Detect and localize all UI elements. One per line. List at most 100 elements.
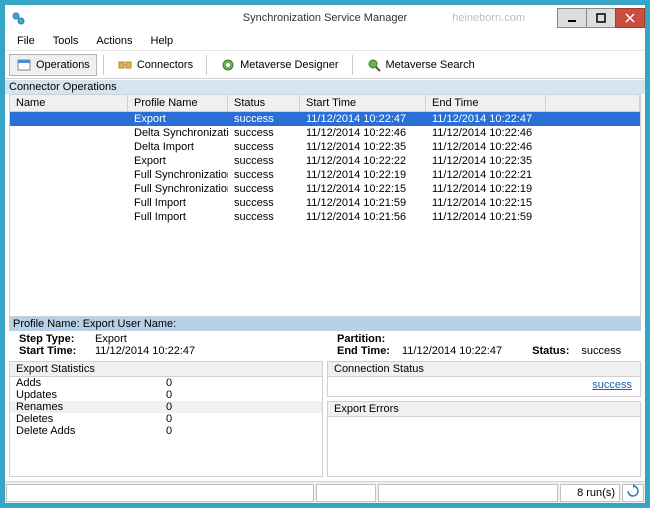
cell-start: 11/12/2014 10:22:19: [300, 169, 426, 181]
cell-profile: Delta Import: [128, 141, 228, 153]
minimize-button[interactable]: [557, 8, 587, 28]
operations-button[interactable]: Operations: [9, 54, 97, 76]
stat-value: 0: [160, 377, 200, 389]
connection-status-title: Connection Status: [327, 361, 641, 377]
window-title: Synchronization Service Manager: [5, 12, 645, 24]
table-row[interactable]: Full Synchronizationsuccess11/12/2014 10…: [10, 182, 640, 196]
stat-value: 0: [160, 401, 200, 413]
cell-end: 11/12/2014 10:22:15: [426, 197, 546, 209]
table-row[interactable]: Full Importsuccess11/12/2014 10:21:5611/…: [10, 210, 640, 224]
header-start[interactable]: Start Time: [300, 95, 426, 111]
menu-actions[interactable]: Actions: [88, 33, 140, 49]
refresh-button[interactable]: [622, 484, 644, 502]
connection-status-link[interactable]: success: [328, 377, 640, 393]
metaverse-designer-button[interactable]: Metaverse Designer: [213, 54, 345, 76]
cell-status: success: [228, 211, 300, 223]
stat-value: 0: [160, 389, 200, 401]
details-header: Profile Name: Export User Name:: [9, 317, 641, 331]
connectors-label: Connectors: [137, 59, 193, 71]
header-profile[interactable]: Profile Name: [128, 95, 228, 111]
refresh-icon: [626, 484, 640, 501]
table-row[interactable]: Full Synchronizationsuccess11/12/2014 10…: [10, 168, 640, 182]
stat-row: Delete Adds0: [10, 425, 322, 437]
end-time-value: 11/12/2014 10:22:47: [402, 345, 502, 357]
cell-start: 11/12/2014 10:22:46: [300, 127, 426, 139]
details-right: Partition: End Time: 11/12/2014 10:22:47…: [327, 333, 641, 477]
operations-grid: Name Profile Name Status Start Time End …: [9, 94, 641, 317]
cell-end: 11/12/2014 10:22:47: [426, 113, 546, 125]
cell-start: 11/12/2014 10:21:59: [300, 197, 426, 209]
connectors-icon: [117, 57, 133, 73]
connection-status-body: success: [327, 377, 641, 397]
end-time-label: End Time:: [337, 345, 390, 357]
metaverse-search-label: Metaverse Search: [386, 59, 475, 71]
stat-row: Adds0: [10, 377, 322, 389]
table-row[interactable]: Exportsuccess11/12/2014 10:22:4711/12/20…: [10, 112, 640, 126]
stat-row: Renames0: [10, 401, 322, 413]
metaverse-designer-icon: [220, 57, 236, 73]
stat-row: Deletes0: [10, 413, 322, 425]
cell-profile: Full Synchronization: [128, 183, 228, 195]
window-controls: [558, 8, 645, 28]
status-value: success: [581, 345, 621, 357]
cell-status: success: [228, 141, 300, 153]
operations-icon: [16, 57, 32, 73]
cell-profile: Export: [128, 155, 228, 167]
step-type-label: Step Type:: [19, 333, 95, 345]
header-name[interactable]: Name: [10, 95, 128, 111]
stat-key: Deletes: [10, 413, 160, 425]
stat-value: 0: [160, 425, 200, 437]
maximize-button[interactable]: [586, 8, 616, 28]
status-cell-main: [6, 484, 314, 502]
cell-status: success: [228, 183, 300, 195]
menu-help[interactable]: Help: [143, 33, 182, 49]
header-status[interactable]: Status: [228, 95, 300, 111]
toolbar-divider: [352, 55, 353, 75]
header-spacer: [546, 95, 640, 111]
status-bar: 8 run(s): [5, 481, 645, 503]
cell-status: success: [228, 155, 300, 167]
start-time-value: 11/12/2014 10:22:47: [95, 345, 195, 357]
cell-status: success: [228, 197, 300, 209]
stat-value: 0: [160, 413, 200, 425]
table-row[interactable]: Delta Importsuccess11/12/2014 10:22:3511…: [10, 140, 640, 154]
cell-start: 11/12/2014 10:22:47: [300, 113, 426, 125]
titlebar: Synchronization Service Manager heinebor…: [5, 5, 645, 31]
status-cell-runs: 8 run(s): [560, 484, 620, 502]
metaverse-designer-label: Metaverse Designer: [240, 59, 338, 71]
metaverse-search-button[interactable]: Metaverse Search: [359, 54, 482, 76]
cell-start: 11/12/2014 10:22:15: [300, 183, 426, 195]
table-row[interactable]: Full Importsuccess11/12/2014 10:21:5911/…: [10, 196, 640, 210]
operations-label: Operations: [36, 59, 90, 71]
cell-status: success: [228, 113, 300, 125]
close-button[interactable]: [615, 8, 645, 28]
menu-bar: File Tools Actions Help: [5, 31, 645, 51]
table-row[interactable]: Delta Synchronizationsuccess11/12/2014 1…: [10, 126, 640, 140]
status-cell-spacer2: [378, 484, 558, 502]
section-title: Connector Operations: [5, 79, 645, 94]
status-label: Status:: [532, 345, 569, 357]
cell-profile: Full Import: [128, 211, 228, 223]
details-pane: Step Type: Export Start Time: 11/12/2014…: [5, 331, 645, 479]
cell-end: 11/12/2014 10:22:19: [426, 183, 546, 195]
details-left: Step Type: Export Start Time: 11/12/2014…: [9, 333, 323, 477]
stat-key: Updates: [10, 389, 160, 401]
stat-key: Adds: [10, 377, 160, 389]
start-time-label: Start Time:: [19, 345, 95, 357]
export-stats-body: Adds0Updates0Renames0Deletes0Delete Adds…: [9, 377, 323, 477]
toolbar-divider: [206, 55, 207, 75]
header-end[interactable]: End Time: [426, 95, 546, 111]
cell-end: 11/12/2014 10:22:21: [426, 169, 546, 181]
status-cell-spacer1: [316, 484, 376, 502]
grid-body[interactable]: Exportsuccess11/12/2014 10:22:4711/12/20…: [9, 112, 641, 317]
menu-file[interactable]: File: [9, 33, 43, 49]
cell-end: 11/12/2014 10:22:46: [426, 141, 546, 153]
toolbar-divider: [103, 55, 104, 75]
cell-profile: Full Synchronization: [128, 169, 228, 181]
app-icon: [11, 11, 25, 25]
stat-key: Delete Adds: [10, 425, 160, 437]
connectors-button[interactable]: Connectors: [110, 54, 200, 76]
menu-tools[interactable]: Tools: [45, 33, 87, 49]
table-row[interactable]: Exportsuccess11/12/2014 10:22:2211/12/20…: [10, 154, 640, 168]
cell-profile: Export: [128, 113, 228, 125]
